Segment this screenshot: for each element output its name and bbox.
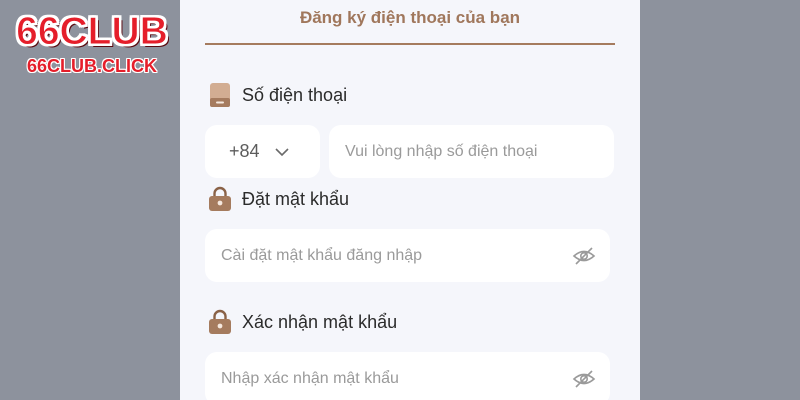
- country-code-select[interactable]: +84: [205, 125, 320, 178]
- chevron-down-icon: [274, 144, 290, 160]
- phone-input-box: [329, 124, 614, 179]
- country-code-value: +84: [229, 141, 260, 161]
- phone-label: Số điện thoại: [208, 82, 347, 108]
- confirm-input-box: [205, 351, 610, 400]
- eye-off-icon[interactable]: [572, 369, 596, 389]
- password-label: Đặt mật khẩu: [208, 186, 349, 212]
- form-title: Đăng ký điện thoại của bạn: [299, 8, 521, 27]
- confirm-password-label: Xác nhận mật khẩu: [208, 309, 397, 335]
- phone-label-text: Số điện thoại: [242, 84, 348, 105]
- lock-icon: [208, 186, 232, 212]
- screen: 66CLUB 66CLUB.CLICK Đăng ký điện thoại c…: [0, 0, 800, 400]
- password-input-box: [205, 228, 610, 283]
- brand-logo: 66CLUB 66CLUB.CLICK: [6, 10, 178, 76]
- logo-sub-text: 66CLUB.CLICK: [26, 56, 157, 76]
- password-label-text: Đặt mật khẩu: [242, 188, 350, 209]
- logo-main-text: 66CLUB: [16, 10, 169, 53]
- title-underline: [205, 43, 615, 45]
- confirm-password-input[interactable]: [205, 351, 572, 400]
- lock-icon: [208, 309, 232, 335]
- phone-input[interactable]: [329, 124, 614, 179]
- eye-off-icon[interactable]: [572, 246, 596, 266]
- password-input[interactable]: [205, 228, 572, 283]
- register-panel: Đăng ký điện thoại của bạn Số điện thoại…: [180, 0, 640, 400]
- phone-icon: [208, 82, 232, 108]
- confirm-label-text: Xác nhận mật khẩu: [242, 311, 398, 332]
